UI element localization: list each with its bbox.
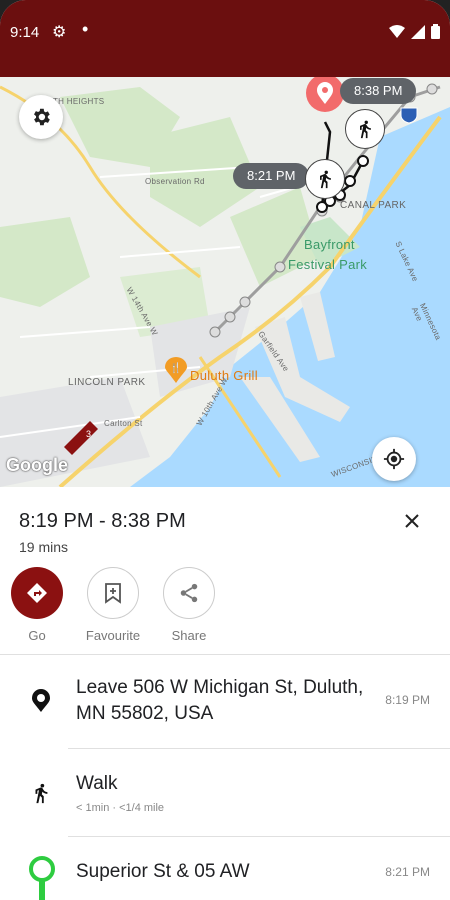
step-board-time: 8:21 PM [385,865,430,879]
go-button-circle[interactable] [11,567,63,619]
departure-time-pill: 8:21 PM [233,163,310,189]
step-walk-subtitle: < 1min · <1/4 mile [76,802,165,814]
share-icon [180,583,198,603]
share-button-circle[interactable] [163,567,215,619]
google-logo: Google [6,455,68,475]
status-bar: 9:14 ⚙ • [0,0,450,77]
go-button[interactable]: Go [2,567,72,643]
trip-duration: 19 mins [19,539,69,555]
map-settings-button[interactable] [19,95,63,139]
gear-icon [34,108,50,126]
step-walk-title: Walk [76,773,118,794]
trip-details-sheet: 8:19 PM - 8:38 PM 19 mins Go Favourite S… [0,487,450,900]
transit-stop-icon [29,856,55,900]
settings-status-icon: ⚙ [52,24,67,41]
walk-icon [320,170,331,189]
notification-dot-icon: • [82,19,89,39]
restaurant-pin-icon[interactable]: 🍴 [165,357,187,383]
step-leave-title: Leave 506 W Michigan St, Duluth, MN 5580… [76,677,364,724]
step-leave-time: 8:19 PM [385,693,430,707]
bus-marker-icon[interactable]: 3 [62,417,102,457]
wifi-icon [389,24,405,38]
walk-icon [35,783,48,804]
step-walk[interactable]: Walk < 1min · <1/4 mile [0,749,450,836]
trip-time-range: 8:19 PM - 8:38 PM [19,510,186,532]
my-location-button[interactable] [372,437,416,481]
phone-screen: 9:14 ⚙ • DULUTH HEIGHTS Observation Rd C… [0,0,450,900]
close-icon [405,514,419,528]
status-time: 9:14 [10,24,40,41]
cellular-icon [411,24,425,39]
arrival-time-pill: 8:38 PM [340,78,417,104]
directions-icon [27,583,47,603]
map-label-festival-park: Festival Park [288,257,368,272]
crosshair-icon [383,448,405,470]
map-label-carlton: Carlton St [104,419,143,428]
step-leave[interactable]: Leave 506 W Michigan St, Duluth, MN 5580… [0,655,450,748]
walk-marker-start[interactable] [305,159,345,199]
share-label: Share [171,628,207,643]
step-board-title: Superior St & 05 AW [76,861,250,882]
close-button[interactable] [398,507,426,535]
battery-icon [431,24,440,39]
favourite-label: Favourite [85,628,141,643]
walk-icon [360,120,371,139]
bus-number: 3 [86,429,91,439]
map-label-observation: Observation Rd [145,177,205,186]
share-button[interactable]: Share [154,567,224,643]
location-pin-icon [32,689,50,712]
destination-pin-icon[interactable] [305,77,345,113]
map-label-bayfront: Bayfront [304,237,355,252]
status-icons [389,24,440,39]
walk-marker-end[interactable] [345,109,385,149]
go-label: Go [28,628,46,643]
map-label-canal-park: CANAL PARK [340,200,407,211]
bookmark-add-icon [105,583,121,604]
svg-text:🍴: 🍴 [170,361,182,374]
map-view[interactable]: DULUTH HEIGHTS Observation Rd CANAL PARK… [0,77,450,487]
highway-shield-icon [400,107,418,124]
favourite-button-circle[interactable] [87,567,139,619]
favourite-button[interactable]: Favourite [78,567,148,643]
step-board[interactable]: Superior St & 05 AW 8:21 PM [0,837,450,900]
map-label-lincoln-park: LINCOLN PARK [68,377,146,388]
